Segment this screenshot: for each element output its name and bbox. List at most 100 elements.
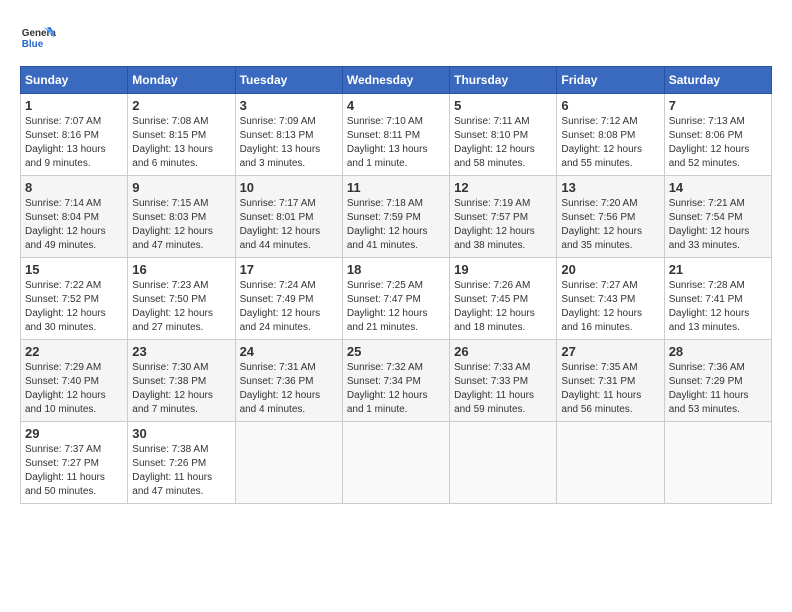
calendar-cell: 20 Sunrise: 7:27 AM Sunset: 7:43 PM Dayli… xyxy=(557,258,664,340)
day-number: 30 xyxy=(132,426,230,441)
calendar-cell xyxy=(342,422,449,504)
column-header-monday: Monday xyxy=(128,67,235,94)
day-detail: Sunrise: 7:31 AM Sunset: 7:36 PM Dayligh… xyxy=(240,361,338,417)
calendar-cell: 16Sunrise: 7:23 AM Sunset: 7:50 PM Dayli… xyxy=(128,258,235,340)
calendar-cell: 5 Sunrise: 7:11 AM Sunset: 8:10 PM Daylig… xyxy=(450,94,557,176)
day-number: 5 xyxy=(454,98,552,113)
day-detail: Sunrise: 7:33 AM Sunset: 7:33 PM Dayligh… xyxy=(454,361,552,417)
day-detail: Sunrise: 7:26 AM Sunset: 7:45 PM Dayligh… xyxy=(454,279,552,335)
day-number: 15 xyxy=(25,262,123,277)
calendar-cell: 17Sunrise: 7:24 AM Sunset: 7:49 PM Dayli… xyxy=(235,258,342,340)
calendar-cell: 3Sunrise: 7:09 AM Sunset: 8:13 PM Daylig… xyxy=(235,94,342,176)
day-number: 12 xyxy=(454,180,552,195)
day-number: 7 xyxy=(669,98,767,113)
day-number: 26 xyxy=(454,344,552,359)
day-number: 13 xyxy=(561,180,659,195)
logo: General Blue xyxy=(20,20,56,56)
day-number: 22 xyxy=(25,344,123,359)
day-detail: Sunrise: 7:22 AM Sunset: 7:52 PM Dayligh… xyxy=(25,279,123,335)
column-header-friday: Friday xyxy=(557,67,664,94)
day-number: 25 xyxy=(347,344,445,359)
calendar-cell xyxy=(557,422,664,504)
day-detail: Sunrise: 7:27 AM Sunset: 7:43 PM Dayligh… xyxy=(561,279,659,335)
day-number: 21 xyxy=(669,262,767,277)
calendar-cell: 23 Sunrise: 7:30 AM Sunset: 7:38 PM Dayli… xyxy=(128,340,235,422)
calendar-cell: 13 Sunrise: 7:20 AM Sunset: 7:56 PM Dayli… xyxy=(557,176,664,258)
day-number: 17 xyxy=(240,262,338,277)
week-row-5: 29Sunrise: 7:37 AM Sunset: 7:27 PM Dayli… xyxy=(21,422,772,504)
day-detail: Sunrise: 7:36 AM Sunset: 7:29 PM Dayligh… xyxy=(669,361,767,417)
day-number: 10 xyxy=(240,180,338,195)
day-number: 1 xyxy=(25,98,123,113)
calendar-cell: 24 Sunrise: 7:31 AM Sunset: 7:36 PM Dayli… xyxy=(235,340,342,422)
day-detail: Sunrise: 7:07 AM Sunset: 8:16 PM Dayligh… xyxy=(25,115,123,171)
day-detail: Sunrise: 7:23 AM Sunset: 7:50 PM Dayligh… xyxy=(132,279,230,335)
day-number: 29 xyxy=(25,426,123,441)
day-detail: Sunrise: 7:32 AM Sunset: 7:34 PM Dayligh… xyxy=(347,361,445,417)
day-number: 4 xyxy=(347,98,445,113)
calendar-cell: 10Sunrise: 7:17 AM Sunset: 8:01 PM Dayli… xyxy=(235,176,342,258)
day-number: 19 xyxy=(454,262,552,277)
day-detail: Sunrise: 7:28 AM Sunset: 7:41 PM Dayligh… xyxy=(669,279,767,335)
calendar-cell: 26 Sunrise: 7:33 AM Sunset: 7:33 PM Dayli… xyxy=(450,340,557,422)
day-detail: Sunrise: 7:15 AM Sunset: 8:03 PM Dayligh… xyxy=(132,197,230,253)
day-detail: Sunrise: 7:30 AM Sunset: 7:38 PM Dayligh… xyxy=(132,361,230,417)
page-header: General Blue xyxy=(20,20,772,56)
calendar-cell: 9 Sunrise: 7:15 AM Sunset: 8:03 PM Daylig… xyxy=(128,176,235,258)
day-detail: Sunrise: 7:21 AM Sunset: 7:54 PM Dayligh… xyxy=(669,197,767,253)
column-header-saturday: Saturday xyxy=(664,67,771,94)
day-detail: Sunrise: 7:14 AM Sunset: 8:04 PM Dayligh… xyxy=(25,197,123,253)
day-number: 9 xyxy=(132,180,230,195)
day-number: 20 xyxy=(561,262,659,277)
column-header-wednesday: Wednesday xyxy=(342,67,449,94)
day-number: 23 xyxy=(132,344,230,359)
week-row-4: 22 Sunrise: 7:29 AM Sunset: 7:40 PM Dayli… xyxy=(21,340,772,422)
day-detail: Sunrise: 7:10 AM Sunset: 8:11 PM Dayligh… xyxy=(347,115,445,171)
week-row-2: 8 Sunrise: 7:14 AM Sunset: 8:04 PM Daylig… xyxy=(21,176,772,258)
calendar-cell: 25 Sunrise: 7:32 AM Sunset: 7:34 PM Dayli… xyxy=(342,340,449,422)
calendar-cell: 30 Sunrise: 7:38 AM Sunset: 7:26 PM Dayli… xyxy=(128,422,235,504)
calendar-cell: 29Sunrise: 7:37 AM Sunset: 7:27 PM Dayli… xyxy=(21,422,128,504)
calendar-table: SundayMondayTuesdayWednesdayThursdayFrid… xyxy=(20,66,772,504)
calendar-cell: 21 Sunrise: 7:28 AM Sunset: 7:41 PM Dayli… xyxy=(664,258,771,340)
day-number: 11 xyxy=(347,180,445,195)
day-number: 18 xyxy=(347,262,445,277)
column-header-tuesday: Tuesday xyxy=(235,67,342,94)
day-detail: Sunrise: 7:18 AM Sunset: 7:59 PM Dayligh… xyxy=(347,197,445,253)
calendar-cell: 27Sunrise: 7:35 AM Sunset: 7:31 PM Dayli… xyxy=(557,340,664,422)
calendar-cell: 1 Sunrise: 7:07 AM Sunset: 8:16 PM Daylig… xyxy=(21,94,128,176)
svg-text:Blue: Blue xyxy=(22,39,44,50)
day-detail: Sunrise: 7:20 AM Sunset: 7:56 PM Dayligh… xyxy=(561,197,659,253)
calendar-cell: 14 Sunrise: 7:21 AM Sunset: 7:54 PM Dayli… xyxy=(664,176,771,258)
calendar-cell: 11 Sunrise: 7:18 AM Sunset: 7:59 PM Dayli… xyxy=(342,176,449,258)
day-number: 28 xyxy=(669,344,767,359)
calendar-cell: 4 Sunrise: 7:10 AM Sunset: 8:11 PM Daylig… xyxy=(342,94,449,176)
calendar-cell: 18 Sunrise: 7:25 AM Sunset: 7:47 PM Dayli… xyxy=(342,258,449,340)
calendar-cell xyxy=(664,422,771,504)
day-detail: Sunrise: 7:25 AM Sunset: 7:47 PM Dayligh… xyxy=(347,279,445,335)
calendar-cell: 8 Sunrise: 7:14 AM Sunset: 8:04 PM Daylig… xyxy=(21,176,128,258)
day-number: 14 xyxy=(669,180,767,195)
day-detail: Sunrise: 7:38 AM Sunset: 7:26 PM Dayligh… xyxy=(132,443,230,499)
calendar-cell: 12 Sunrise: 7:19 AM Sunset: 7:57 PM Dayli… xyxy=(450,176,557,258)
logo-icon: General Blue xyxy=(20,20,56,56)
day-detail: Sunrise: 7:35 AM Sunset: 7:31 PM Dayligh… xyxy=(561,361,659,417)
day-detail: Sunrise: 7:08 AM Sunset: 8:15 PM Dayligh… xyxy=(132,115,230,171)
calendar-cell: 7 Sunrise: 7:13 AM Sunset: 8:06 PM Daylig… xyxy=(664,94,771,176)
calendar-cell: 19 Sunrise: 7:26 AM Sunset: 7:45 PM Dayli… xyxy=(450,258,557,340)
day-detail: Sunrise: 7:12 AM Sunset: 8:08 PM Dayligh… xyxy=(561,115,659,171)
calendar-header-row: SundayMondayTuesdayWednesdayThursdayFrid… xyxy=(21,67,772,94)
calendar-cell: 22 Sunrise: 7:29 AM Sunset: 7:40 PM Dayli… xyxy=(21,340,128,422)
calendar-cell: 28 Sunrise: 7:36 AM Sunset: 7:29 PM Dayli… xyxy=(664,340,771,422)
day-detail: Sunrise: 7:13 AM Sunset: 8:06 PM Dayligh… xyxy=(669,115,767,171)
day-number: 24 xyxy=(240,344,338,359)
day-detail: Sunrise: 7:29 AM Sunset: 7:40 PM Dayligh… xyxy=(25,361,123,417)
day-number: 8 xyxy=(25,180,123,195)
calendar-cell: 15 Sunrise: 7:22 AM Sunset: 7:52 PM Dayli… xyxy=(21,258,128,340)
day-number: 3 xyxy=(240,98,338,113)
column-header-sunday: Sunday xyxy=(21,67,128,94)
column-header-thursday: Thursday xyxy=(450,67,557,94)
day-detail: Sunrise: 7:11 AM Sunset: 8:10 PM Dayligh… xyxy=(454,115,552,171)
day-detail: Sunrise: 7:19 AM Sunset: 7:57 PM Dayligh… xyxy=(454,197,552,253)
week-row-1: 1 Sunrise: 7:07 AM Sunset: 8:16 PM Daylig… xyxy=(21,94,772,176)
